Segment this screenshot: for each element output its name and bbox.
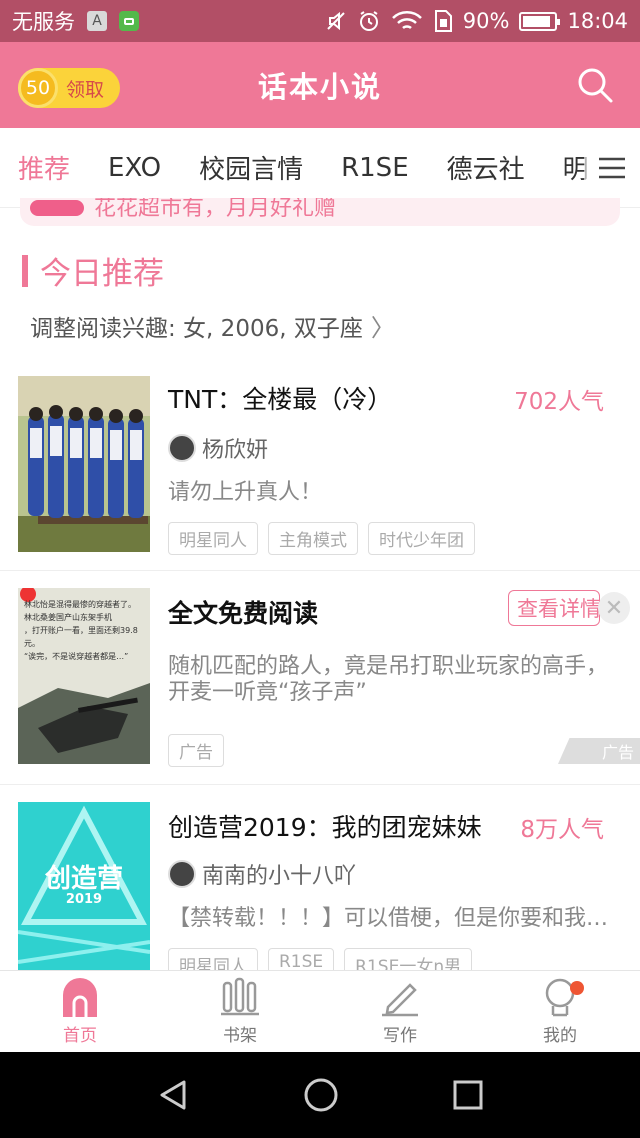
ad-cover-line: 林北怡是混得最惨的穿越者了。 xyxy=(24,600,136,609)
author-avatar xyxy=(168,434,196,462)
book-cover: 创造营 2019 xyxy=(18,802,150,970)
divider xyxy=(0,784,640,785)
clock: 18:04 xyxy=(567,9,628,33)
bottom-navigation: 首页 书架 写作 我的 xyxy=(0,970,640,1052)
notice-banner[interactable]: 花花超市有，月月好礼赠 xyxy=(20,198,620,226)
bookshelf-icon xyxy=(221,977,259,1016)
tag[interactable]: 明星同人 xyxy=(168,522,258,555)
ad-cover-line: ，打开账户一看，里面还剩39.8元。 xyxy=(24,626,138,648)
menu-icon xyxy=(599,157,625,179)
tab-campus-romance[interactable]: 校园言情 xyxy=(199,149,303,186)
system-navigation-bar xyxy=(0,1052,640,1138)
popularity-count: 8万人气 xyxy=(520,817,604,843)
chevron-right-icon: 〉 xyxy=(370,314,395,342)
tab-menu-button[interactable] xyxy=(584,128,640,207)
battery-icon xyxy=(519,11,561,31)
popularity-count: 702人气 xyxy=(514,389,604,415)
preferences-text: 调整阅读兴趣: 女, 2006, 双子座 xyxy=(30,315,363,342)
section-title: 今日推荐 xyxy=(40,256,164,292)
alarm-icon xyxy=(359,11,378,31)
notification-dot xyxy=(570,981,584,995)
ad-cover-line: “诶完，不是说穿越者都是…” xyxy=(24,652,129,661)
app-title: 话本小说 xyxy=(257,70,382,104)
back-icon[interactable] xyxy=(156,1078,190,1112)
section-accent xyxy=(22,254,28,287)
tab-r1se[interactable]: R1SE xyxy=(341,153,409,183)
tag[interactable]: R1SE xyxy=(268,948,335,970)
tag[interactable]: 主角模式 xyxy=(268,522,358,555)
ad-cover-line: 林北桑姜国产山东架手机 xyxy=(24,613,112,622)
category-tabs: 推荐 EXO 校园言情 R1SE 德云社 明 xyxy=(0,128,640,208)
ad-cover: 林北怡是混得最惨的穿越者了。 林北桑姜国产山东架手机 ，打开账户一看，里面还剩3… xyxy=(18,588,150,764)
app-header: 50 领取 话本小说 xyxy=(0,42,640,128)
notice-text: 花花超市有，月月好礼赠 xyxy=(94,198,337,221)
nav-profile[interactable]: 我的 xyxy=(480,971,640,1052)
home-circle-icon[interactable] xyxy=(303,1077,339,1113)
coin-amount: 50 xyxy=(18,68,58,108)
wifi-icon xyxy=(391,11,422,30)
recents-icon[interactable] xyxy=(452,1079,484,1111)
tab-exo[interactable]: EXO xyxy=(108,153,161,183)
ad-description: 随机匹配的路人，竟是吊打职业玩家的高手，开麦一听竟“孩子声” xyxy=(168,654,609,705)
tag[interactable]: R1SE一女n男 xyxy=(344,948,473,970)
author-avatar xyxy=(168,860,196,888)
cover-title: 创造营 xyxy=(44,864,123,894)
app-screen: 无服务 A 90% 18:04 50 领取 话本小说 推荐 EXO 校园言情 R… xyxy=(0,0,640,1138)
divider xyxy=(0,570,640,571)
pencil-icon xyxy=(382,983,418,1017)
book-description: 请勿上升真人！ xyxy=(168,480,323,505)
tab-deyunshe[interactable]: 德云社 xyxy=(447,149,525,186)
nav-write[interactable]: 写作 xyxy=(320,971,480,1052)
status-bar: 无服务 A 90% 18:04 xyxy=(0,0,640,42)
battery-level xyxy=(523,15,551,27)
tag[interactable]: 明星同人 xyxy=(168,948,258,970)
nav-label: 我的 xyxy=(543,1026,577,1046)
book-title: 创造营2019：我的团宠妹妹 xyxy=(168,813,482,842)
book-description: 【禁转载！！！】可以借梗，但是你要和我… xyxy=(168,906,609,931)
close-ad-button[interactable]: ✕ xyxy=(598,592,630,624)
nav-label: 首页 xyxy=(63,1026,97,1046)
book-card[interactable]: 创造营 2019 创造营2019：我的团宠妹妹 8万人气 南南的小十八吖 【禁转… xyxy=(0,802,640,970)
nav-bookshelf[interactable]: 书架 xyxy=(160,971,320,1052)
ad-title: 全文免费阅读 xyxy=(168,599,319,628)
book-cover xyxy=(18,376,150,552)
book-card[interactable]: TNT：全楼最（冷） 702人气 杨欣妍 请勿上升真人！ 明星同人 主角模式 时… xyxy=(0,374,640,570)
ad-tags: 广告 xyxy=(168,734,224,767)
nav-home[interactable]: 首页 xyxy=(0,971,160,1052)
ad-cover-text: 林北怡是混得最惨的穿越者了。 林北桑姜国产山东架手机 ，打开账户一看，里面还剩3… xyxy=(24,598,144,663)
section-header: 今日推荐 xyxy=(22,248,164,293)
book-tags: 明星同人 R1SE R1SE一女n男 xyxy=(168,948,473,970)
cover-year: 2019 xyxy=(65,892,103,907)
home-icon xyxy=(63,978,97,1017)
reading-preferences-link[interactable]: 调整阅读兴趣: 女, 2006, 双子座 〉 xyxy=(30,308,395,343)
ad-tag: 广告 xyxy=(168,734,224,767)
sim-icon xyxy=(434,10,452,32)
nav-label: 写作 xyxy=(383,1026,417,1046)
book-title: TNT：全楼最（冷） xyxy=(168,385,393,414)
claim-coins-button[interactable]: 50 领取 xyxy=(18,68,120,108)
ad-card[interactable]: 林北怡是混得最惨的穿越者了。 林北桑姜国产山东架手机 ，打开账户一看，里面还剩3… xyxy=(0,588,640,784)
ad-mark: 广告 xyxy=(558,738,640,764)
notification-a-icon: A xyxy=(87,11,107,31)
book-tags: 明星同人 主角模式 时代少年团 xyxy=(168,522,475,555)
author: 南南的小十八吖 xyxy=(168,858,356,890)
author-name: 杨欣妍 xyxy=(202,438,269,463)
book-cover-image xyxy=(18,376,150,552)
author-name: 南南的小十八吖 xyxy=(202,864,357,889)
search-icon[interactable] xyxy=(576,66,614,104)
tab-recommend[interactable]: 推荐 xyxy=(18,149,70,206)
tag[interactable]: 时代少年团 xyxy=(368,522,475,555)
nav-label: 书架 xyxy=(223,1026,257,1046)
carrier-text: 无服务 xyxy=(12,10,75,34)
notice-chip xyxy=(30,200,84,216)
ad-mark-label: 广告 xyxy=(601,743,634,762)
mute-icon xyxy=(327,11,345,31)
battery-percent: 90% xyxy=(462,9,510,33)
claim-label: 领取 xyxy=(66,78,105,101)
notification-app-icon xyxy=(119,11,139,31)
author: 杨欣妍 xyxy=(168,432,268,464)
view-details-button[interactable]: 查看详情 xyxy=(508,590,600,626)
